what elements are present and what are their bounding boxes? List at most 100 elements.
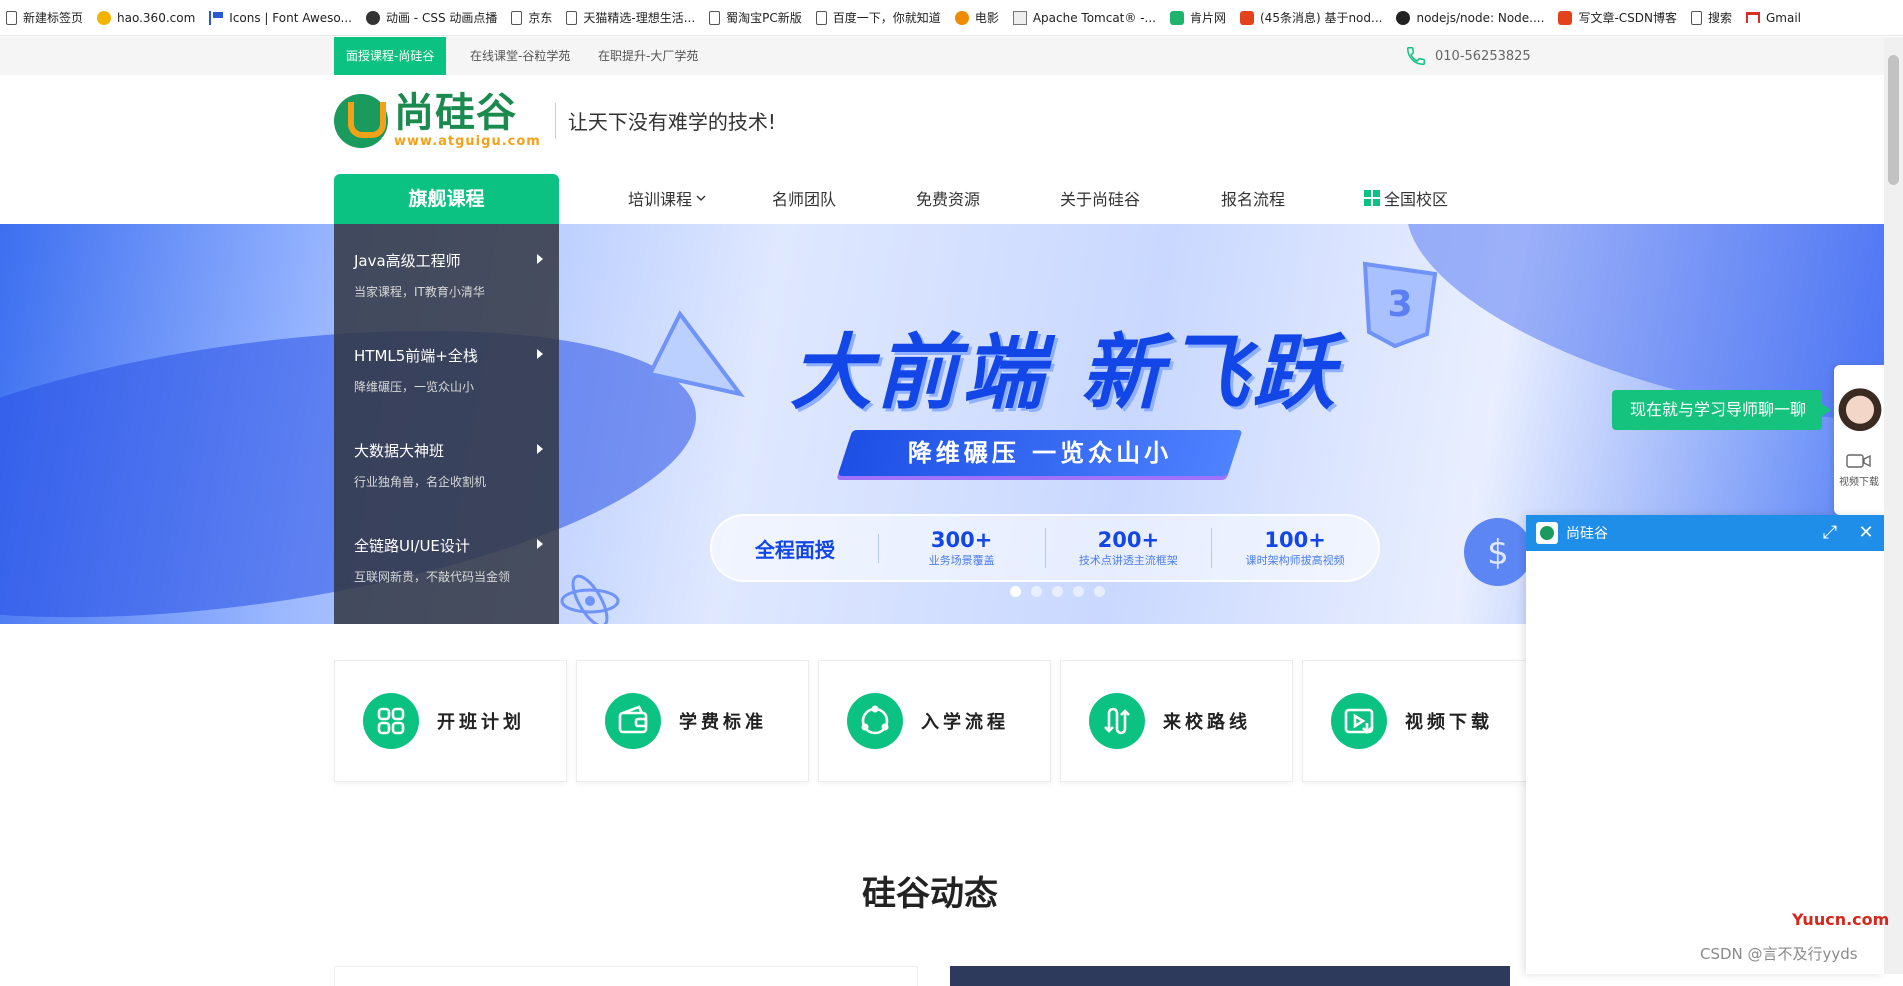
stat-label: 课时架构师拔高视频 — [1245, 554, 1345, 567]
bookmark-item[interactable]: nodejs/node: Node.... — [1396, 10, 1545, 25]
section-title: 硅谷动态 — [862, 874, 998, 914]
carousel-dot[interactable] — [1010, 586, 1021, 597]
sidebar-item-title: 全链路UI/UE设计 — [354, 537, 470, 555]
quicklink-label: 来校路线 — [1163, 712, 1251, 733]
phone-info: 010-56253825 — [1405, 45, 1531, 67]
bookmark-item[interactable]: 肯片网 — [1169, 9, 1226, 26]
nav-item-training[interactable]: 培训课程 — [628, 186, 706, 210]
sidebar-item-uiue[interactable]: 全链路UI/UE设计 互联网新贵，不敲代码当金领 — [334, 509, 559, 604]
flagship-courses-tab[interactable]: 旗舰课程 — [334, 174, 559, 224]
sidebar-item-desc: 降维碾压，一览众山小 — [354, 380, 475, 394]
grid-icon — [1364, 190, 1380, 206]
nav-label: 免费资源 — [916, 190, 981, 209]
chevron-right-icon — [537, 444, 543, 454]
page-icon — [815, 10, 827, 25]
bookmark-label: 动画 - CSS 动画点播 — [385, 11, 498, 25]
logo-name: 尚硅谷 — [394, 90, 517, 136]
close-icon[interactable]: ✕ — [1856, 523, 1876, 543]
carousel-dot[interactable] — [1031, 586, 1042, 597]
sidebar-item-html5[interactable]: HTML5前端+全栈 降维碾压，一览众山小 — [334, 319, 559, 414]
bookmark-item[interactable]: 新建标签页 — [6, 9, 83, 26]
news-card[interactable] — [334, 966, 918, 986]
nav-item-about[interactable]: 关于尚硅谷 — [1060, 186, 1140, 210]
bookmark-label: 京东 — [528, 11, 553, 25]
slogan: 让天下没有难学的技术! — [567, 110, 776, 134]
stat-value: 100+ — [1264, 528, 1326, 552]
stat-value: 200+ — [1097, 528, 1160, 552]
github-icon — [1396, 10, 1411, 25]
maximize-icon[interactable]: ⤢ — [1820, 523, 1840, 543]
nav-item-teachers[interactable]: 名师团队 — [772, 186, 836, 210]
banner-stat: 全程面授 — [712, 533, 879, 563]
quicklink-enrollment[interactable]: 入学流程 — [818, 660, 1051, 782]
bookmark-item[interactable]: 写文章-CSDN博客 — [1558, 9, 1677, 26]
nav-item-resources[interactable]: 免费资源 — [916, 186, 980, 210]
chevron-right-icon — [537, 539, 543, 549]
movie-icon — [954, 10, 969, 25]
360-icon — [97, 10, 112, 25]
chevron-right-icon — [537, 254, 543, 264]
bookmark-item[interactable]: (45条消息) 基于nod... — [1240, 9, 1382, 26]
banner-title: 大前端 新飞跃 — [790, 326, 1339, 421]
banner-stat: 300+ 业务场景覆盖 — [879, 528, 1046, 568]
nav-item-enroll[interactable]: 报名流程 — [1221, 186, 1285, 210]
course-sidebar: Java高级工程师 当家课程，IT教育小清华 HTML5前端+全栈 降维碾压，一览众… — [334, 224, 559, 624]
carousel-dot[interactable] — [1052, 586, 1063, 597]
advisor-avatar[interactable] — [1838, 388, 1882, 450]
bookmark-label: nodejs/node: Node.... — [1416, 10, 1545, 25]
video-download-icon — [1331, 693, 1387, 749]
stat-label: 业务场景覆盖 — [928, 554, 995, 567]
bookmark-item[interactable]: 电影 — [954, 9, 999, 26]
top-strip: 面授课程-尚硅谷 在线课堂-谷粒学苑 在职提升-大厂学苑 — [0, 37, 1884, 75]
quicklink-label: 开班计划 — [437, 712, 525, 733]
page-icon — [709, 10, 721, 25]
chevron-right-icon — [537, 349, 543, 359]
wallet-icon — [605, 693, 661, 749]
sidebar-item-bigdata[interactable]: 大数据大神班 行业独角兽，名企收割机 — [334, 414, 559, 509]
bookmark-item[interactable]: Gmail — [1746, 11, 1801, 25]
banner-stat: 100+ 课时架构师拔高视频 — [1212, 528, 1378, 568]
svg-text:$: $ — [1487, 533, 1509, 573]
scrollbar-thumb[interactable] — [1888, 55, 1899, 185]
topstrip-link-online[interactable]: 在线课堂-谷粒学苑 — [470, 37, 570, 75]
chat-invite-tab[interactable]: 现在就与学习导师聊一聊 — [1612, 390, 1831, 430]
sidebar-item-java[interactable]: Java高级工程师 当家课程，IT教育小清华 — [334, 224, 559, 319]
gmail-icon — [1746, 12, 1760, 23]
news-card[interactable] — [950, 966, 1510, 986]
bookmark-item[interactable]: 京东 — [511, 9, 552, 26]
rail-video-download[interactable]: 视频下载 — [1836, 452, 1882, 488]
quicklink-video[interactable]: 视频下载 — [1302, 660, 1535, 782]
quicklink-route[interactable]: 来校路线 — [1060, 660, 1293, 782]
carousel-dot[interactable] — [1094, 586, 1105, 597]
banner-stat: 200+ 技术点讲透主流框架 — [1046, 528, 1213, 568]
bookmark-item[interactable]: 蜀淘宝PC新版 — [709, 9, 802, 26]
topstrip-link-offline[interactable]: 面授课程-尚硅谷 — [334, 37, 447, 75]
bookmark-label: 肯片网 — [1189, 11, 1226, 25]
bookmark-item[interactable]: 动画 - CSS 动画点播 — [365, 9, 498, 26]
carousel-dot[interactable] — [1073, 586, 1084, 597]
bookmark-label: Icons | Font Aweso... — [229, 10, 352, 25]
bookmark-item[interactable]: 天猫精选-理想生活... — [566, 9, 695, 26]
react-decor-icon — [560, 574, 620, 624]
bookmark-item[interactable]: Apache Tomcat® -... — [1012, 10, 1156, 25]
page-scrollbar[interactable] — [1884, 37, 1903, 974]
topstrip-link-career[interactable]: 在职提升-大厂学苑 — [598, 37, 698, 75]
logo-icon — [334, 93, 388, 148]
bookmark-item[interactable]: 搜索 — [1690, 9, 1732, 26]
grid-icon — [363, 693, 419, 749]
triangle-decor-icon — [647, 310, 745, 398]
svg-text:3: 3 — [1387, 284, 1412, 325]
sidebar-item-title: 大数据大神班 — [354, 442, 445, 460]
quicklink-schedule[interactable]: 开班计划 — [334, 660, 567, 782]
bookmark-item[interactable]: Icons | Font Aweso... — [209, 10, 352, 25]
quicklink-fees[interactable]: 学费标准 — [576, 660, 809, 782]
nav-item-campus[interactable]: 全国校区 — [1364, 186, 1448, 210]
page-icon — [566, 10, 578, 25]
phone-number: 010-56253825 — [1435, 48, 1531, 64]
chevron-down-icon — [696, 195, 706, 201]
csdn-icon — [1240, 10, 1254, 25]
site-logo[interactable]: 尚硅谷 www.atguigu.com 让天下没有难学的技术! — [334, 92, 776, 149]
a-icon — [365, 10, 380, 25]
bookmark-item[interactable]: hao.360.com — [97, 10, 195, 25]
bookmark-item[interactable]: 百度一下，你就知道 — [815, 9, 941, 26]
